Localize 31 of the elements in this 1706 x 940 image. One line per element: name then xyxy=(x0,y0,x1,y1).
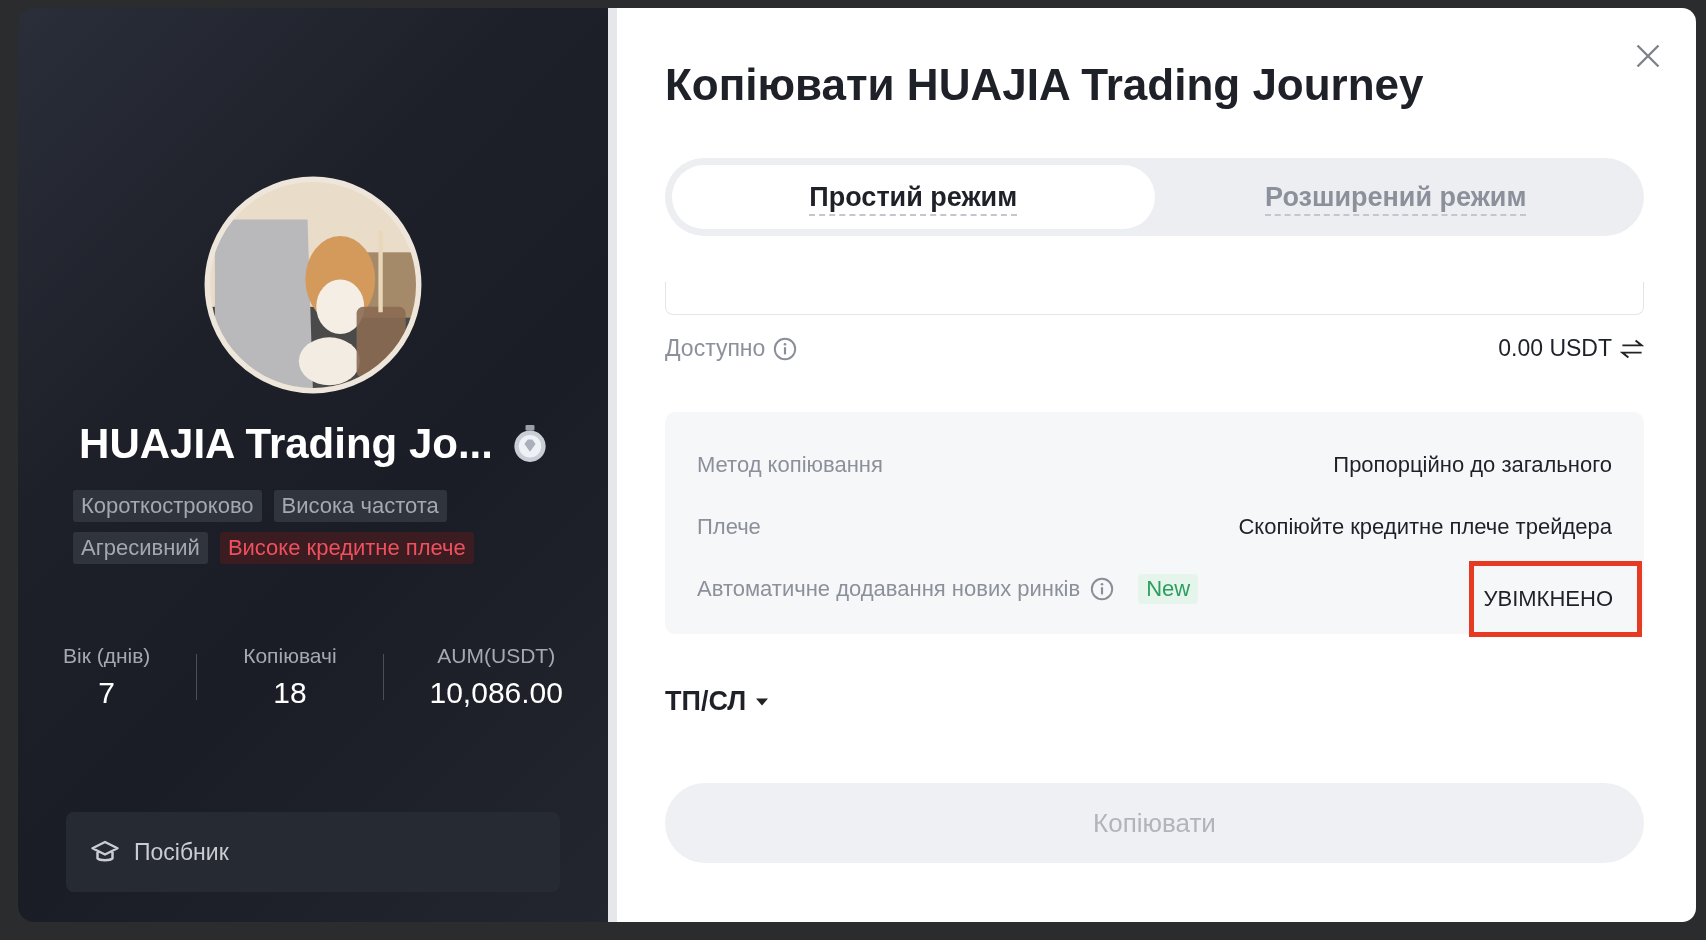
available-label: Доступно xyxy=(665,335,766,362)
tag: Короткостроково xyxy=(73,490,262,522)
info-icon xyxy=(773,336,798,361)
caret-icon xyxy=(756,697,769,706)
stat-label: Вік (днів) xyxy=(63,644,151,668)
mode-tab[interactable]: Простий режим xyxy=(672,165,1155,229)
stat-label: Копіювачі xyxy=(243,644,337,668)
scrollbar[interactable] xyxy=(608,8,617,922)
medal-icon xyxy=(512,425,547,463)
dialog-title: Копіювати HUAJIA Trading Journey xyxy=(665,60,1425,110)
guide-button[interactable]: Посібник xyxy=(66,812,560,892)
tag: Висока частота xyxy=(273,490,447,522)
trader-name: HUAJIA Trading Jo... xyxy=(79,420,493,468)
stat-value: 18 xyxy=(273,676,307,710)
tag: Агресивний xyxy=(73,532,208,564)
setting-label: Метод копіювання xyxy=(697,452,883,478)
stat-value: 7 xyxy=(98,676,115,710)
setting-value: УВІМКНЕНО xyxy=(1468,561,1642,637)
tp-sl-toggle[interactable]: ТП/СЛ xyxy=(665,686,769,717)
close-icon[interactable] xyxy=(1634,42,1662,70)
info-icon xyxy=(1090,577,1115,601)
input-field[interactable] xyxy=(665,282,1644,315)
setting-label: Автоматичне додавання нових ринків xyxy=(697,576,1081,602)
setting-value: Скопіюйте кредитне плече трейдера xyxy=(1238,514,1612,540)
setting-label: Плече xyxy=(697,514,761,540)
stat-label: AUM(USDT) xyxy=(437,644,556,668)
setting-value: Пропорційно до загального xyxy=(1333,452,1612,478)
available-value: 0.00 USDT xyxy=(1498,335,1612,362)
tag: Високе кредитне плече xyxy=(219,532,474,564)
new-badge: New xyxy=(1138,574,1199,604)
stat-value: 10,086.00 xyxy=(429,676,563,710)
